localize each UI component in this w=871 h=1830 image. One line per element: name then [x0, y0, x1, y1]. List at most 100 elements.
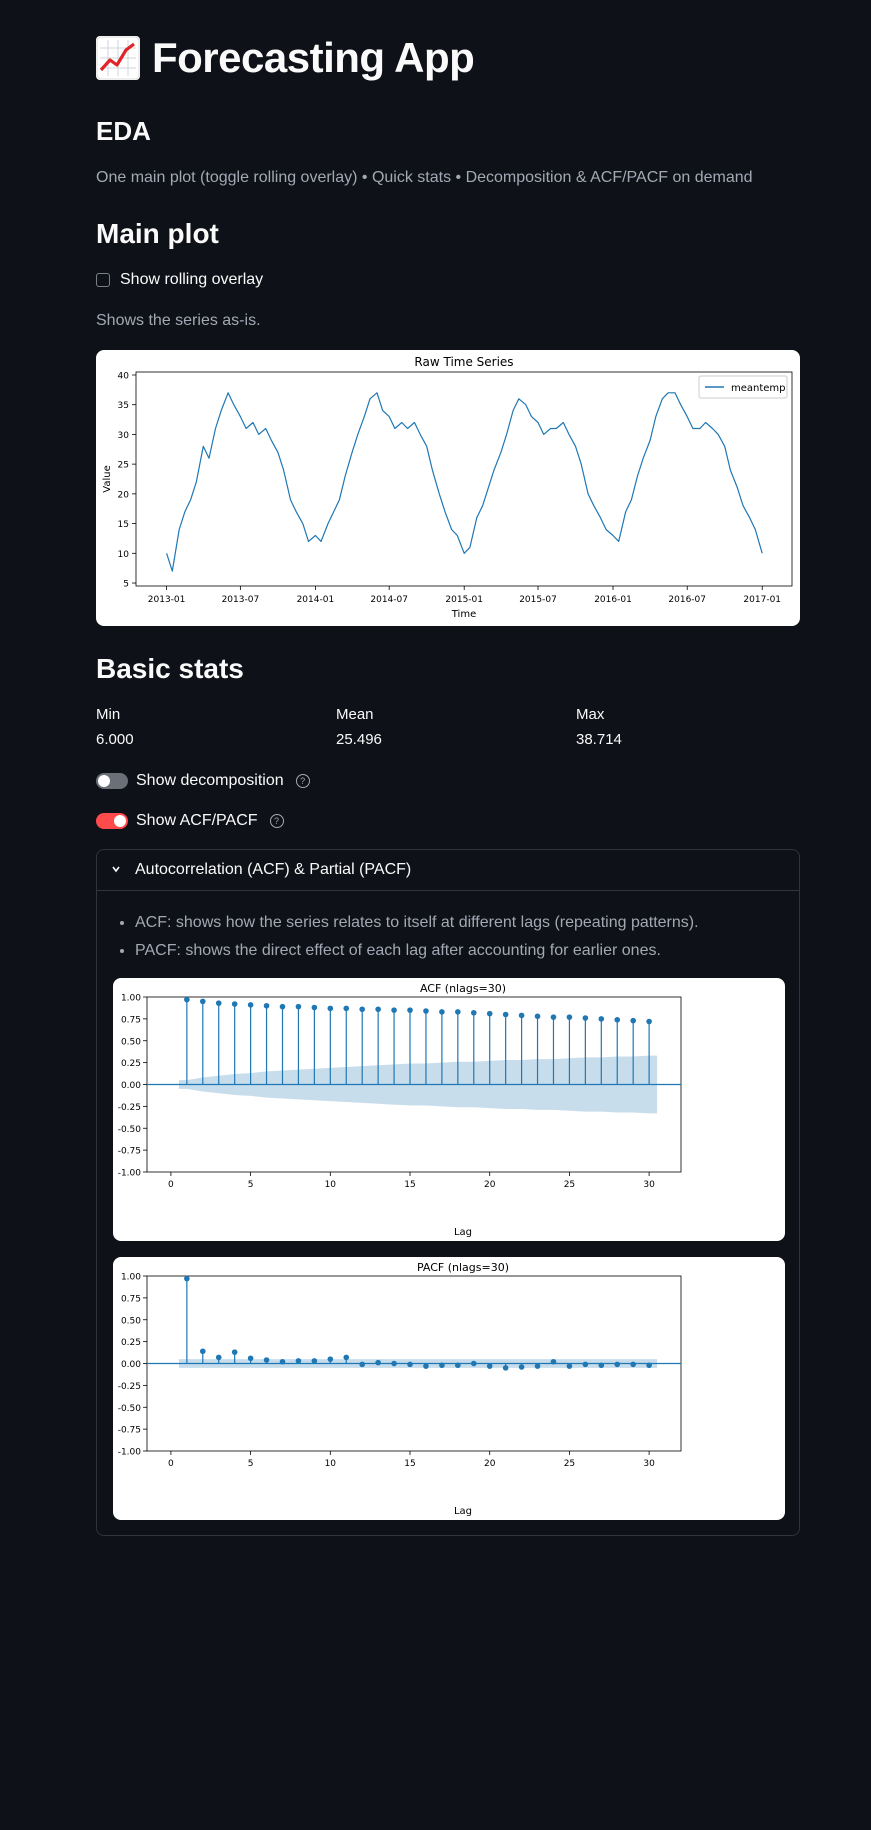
x-tick-label: 30: [643, 1180, 655, 1190]
basic-stats-heading: Basic stats: [96, 653, 244, 684]
chart-legend: meantemp: [698, 375, 788, 399]
acf-pacf-toggle[interactable]: [96, 813, 128, 829]
stem-marker: [391, 1007, 397, 1013]
stem-marker: [518, 1364, 525, 1370]
chart-title: ACF (nlags=30): [420, 982, 506, 995]
stem-marker: [630, 1017, 636, 1024]
stem-marker: [184, 1275, 190, 1282]
stat-mean-label: Mean: [336, 706, 374, 723]
stem-marker: [502, 1011, 509, 1018]
chart-title: PACF (nlags=30): [417, 1261, 509, 1274]
y-tick-label: 0.75: [121, 1015, 141, 1025]
decomposition-toggle-row: Show decomposition ?: [96, 772, 310, 790]
x-tick-label: 2015-07: [519, 595, 557, 605]
stem-marker: [598, 1016, 605, 1022]
x-tick-label: 25: [564, 1180, 575, 1190]
stem-marker: [614, 1016, 621, 1023]
x-tick-label: 15: [404, 1459, 415, 1469]
y-tick-label: 1.00: [121, 1273, 141, 1283]
y-tick-label: 10: [118, 550, 130, 560]
toggle-knob: [114, 815, 126, 827]
stem-marker: [455, 1009, 461, 1015]
stem-marker: [263, 1357, 270, 1363]
stem-marker: [646, 1362, 652, 1369]
y-tick-label: 0.25: [121, 1059, 141, 1069]
x-tick-label: 30: [643, 1459, 655, 1469]
stem-marker: [359, 1361, 365, 1368]
stem-marker: [550, 1358, 557, 1365]
stem-marker: [423, 1008, 429, 1014]
stem-marker: [279, 1358, 286, 1365]
x-tick-label: 0: [168, 1180, 174, 1190]
stem-marker: [247, 1355, 254, 1362]
x-tick-label: 20: [484, 1459, 496, 1469]
y-tick-label: -0.25: [118, 1103, 141, 1113]
chart-title: Raw Time Series: [414, 355, 513, 369]
help-icon[interactable]: ?: [269, 814, 284, 828]
y-tick-label: 0.50: [121, 1037, 141, 1047]
stem-marker: [359, 1006, 365, 1013]
acf-pacf-expander: Autocorrelation (ACF) & Partial (PACF) A…: [96, 849, 800, 1536]
stat-max: Max 38.714: [576, 706, 622, 748]
x-tick-label: 5: [248, 1459, 254, 1469]
stem-marker: [598, 1362, 605, 1369]
checkbox-box[interactable]: [96, 273, 110, 287]
acf-pacf-label: Show ACF/PACF: [136, 812, 258, 829]
y-tick-label: 40: [118, 371, 130, 381]
stat-max-label: Max: [576, 706, 605, 723]
y-tick-label: -0.75: [118, 1147, 141, 1157]
stem-marker: [184, 996, 190, 1003]
pacf-svg: PACF (nlags=30) Lag 1.00 0.75 0.50 0.25 0.00…: [118, 1261, 682, 1517]
stat-mean-value: 25.496: [336, 731, 382, 748]
x-tick-label: 2013-01: [148, 595, 186, 605]
x-tick-label: 10: [325, 1459, 337, 1469]
rolling-overlay-label: Show rolling overlay: [120, 271, 264, 288]
y-tick-label: 0.00: [121, 1360, 141, 1370]
y-tick-label: 25: [118, 461, 129, 471]
stem-marker: [566, 1014, 573, 1020]
stem-marker: [502, 1365, 509, 1371]
decomposition-toggle[interactable]: [96, 773, 128, 789]
series-line-meantemp: [166, 392, 763, 572]
y-tick-label: 30: [118, 431, 130, 441]
stem-marker: [263, 1002, 270, 1009]
series-caption: Shows the series as-is.: [96, 312, 261, 329]
x-tick-label: 2013-07: [222, 595, 260, 605]
y-tick-label: -0.50: [118, 1125, 142, 1135]
y-tick-label: 5: [123, 580, 129, 590]
stem-marker: [486, 1010, 493, 1017]
y-tick-label: 20: [118, 490, 130, 500]
acf-chart: ACF (nlags=30) Lag 1.00 0.75 0.50 0.25 0.00 -…: [113, 978, 785, 1241]
y-tick-label: 0.00: [121, 1081, 141, 1091]
x-tick-label: 2017-01: [743, 595, 781, 605]
help-icon[interactable]: ?: [295, 774, 310, 788]
x-tick-label: 10: [325, 1180, 337, 1190]
stem-marker: [343, 1005, 350, 1012]
stem-marker: [215, 1000, 222, 1006]
stem-marker: [566, 1363, 573, 1369]
stem-marker: [455, 1362, 461, 1369]
x-tick-label: 20: [484, 1180, 496, 1190]
stem-marker: [327, 1005, 334, 1012]
y-tick-label: 15: [118, 520, 129, 530]
stem-marker: [199, 1348, 206, 1355]
y-tick-label: -0.75: [118, 1426, 141, 1436]
expander-title: Autocorrelation (ACF) & Partial (PACF): [135, 861, 412, 878]
y-tick-label: -0.50: [118, 1404, 142, 1414]
stat-min-value: 6.000: [96, 731, 134, 748]
x-tick-label: 2014-01: [297, 595, 335, 605]
stat-max-value: 38.714: [576, 731, 622, 748]
y-tick-label: 1.00: [121, 994, 141, 1004]
list-item: PACF: shows the direct effect of each la…: [135, 942, 699, 960]
stem-marker: [247, 1002, 254, 1008]
stem-marker: [534, 1013, 541, 1020]
stem-marker: [279, 1003, 286, 1010]
stem-marker: [295, 1358, 302, 1364]
toggle-knob: [98, 775, 110, 787]
rolling-overlay-checkbox[interactable]: Show rolling overlay: [96, 271, 263, 289]
chevron-down-icon: [111, 861, 121, 879]
expander-header[interactable]: Autocorrelation (ACF) & Partial (PACF): [97, 850, 799, 891]
plot-frame: [135, 371, 793, 587]
x-tick-label: 2014-07: [370, 595, 408, 605]
stem-marker: [582, 1015, 589, 1021]
